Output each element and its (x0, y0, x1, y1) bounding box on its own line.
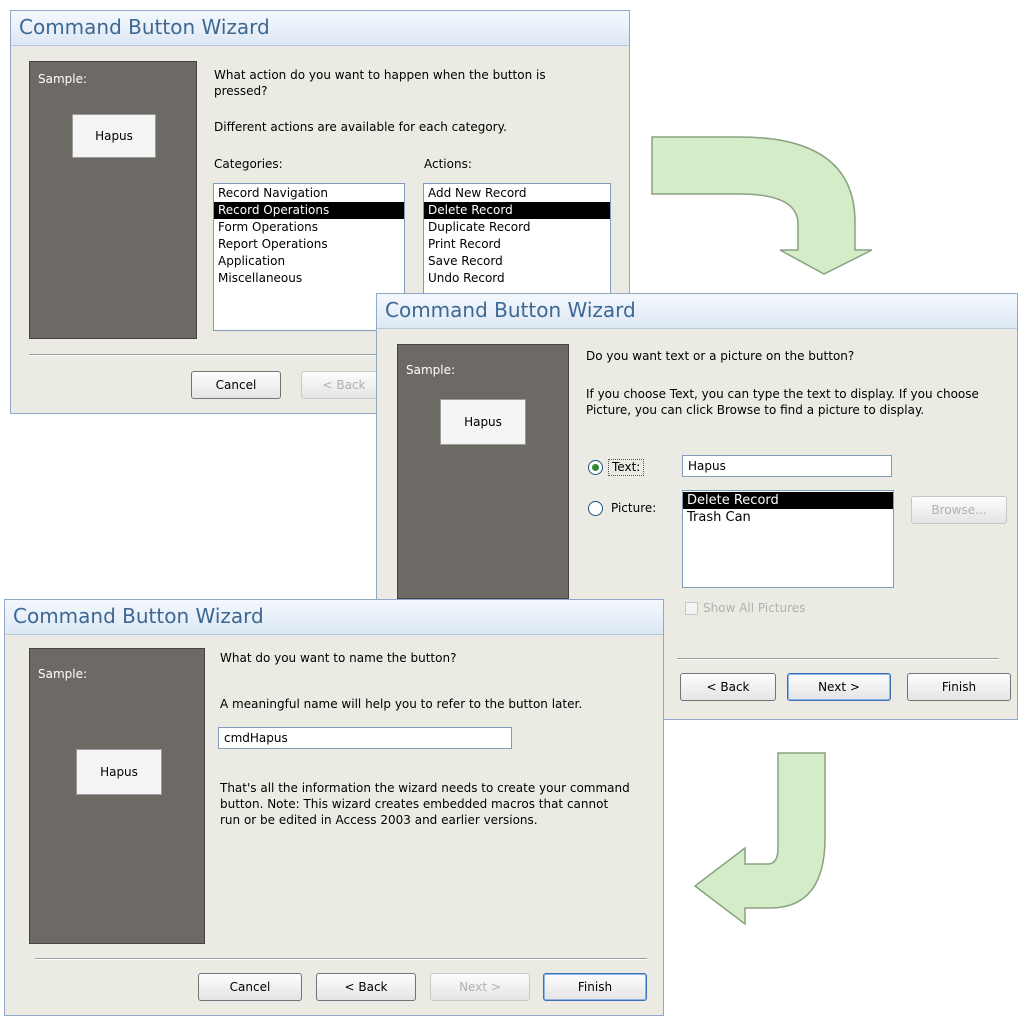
sample-label: Sample: (38, 72, 88, 86)
separator (35, 958, 647, 960)
list-item[interactable]: Add New Record (424, 185, 610, 202)
list-item[interactable]: Duplicate Record (424, 219, 610, 236)
wizard-dialog-name: Command Button Wizard Sample: Hapus What… (4, 599, 664, 1016)
dialog-title: Command Button Wizard (13, 604, 264, 628)
sample-panel: Sample: Hapus (29, 648, 205, 944)
text-radio[interactable] (588, 460, 603, 475)
dialog-title: Command Button Wizard (385, 298, 636, 322)
list-item-selected[interactable]: Delete Record (683, 492, 893, 509)
separator (677, 658, 999, 660)
title-bar: Command Button Wizard (11, 11, 629, 46)
picture-radio-label[interactable]: Picture: (611, 500, 656, 516)
info-text: That's all the information the wizard ne… (220, 781, 630, 827)
list-item[interactable]: Record Navigation (214, 185, 404, 202)
actions-label: Actions: (424, 157, 472, 171)
next-button[interactable]: Next > (787, 673, 891, 701)
finish-button[interactable]: Finish (543, 973, 647, 1001)
next-button[interactable]: Next > (430, 973, 530, 1001)
sample-button-preview: Hapus (72, 114, 156, 158)
sample-label: Sample: (406, 363, 456, 377)
finish-button[interactable]: Finish (907, 673, 1011, 701)
list-item[interactable]: Trash Can (683, 509, 893, 526)
curved-arrow-left-icon (693, 752, 826, 926)
show-all-pictures-checkbox[interactable] (685, 602, 698, 615)
cancel-button[interactable]: Cancel (198, 973, 302, 1001)
list-item[interactable]: Application (214, 253, 404, 270)
dialog-title: Command Button Wizard (19, 15, 270, 39)
sample-panel: Sample: Hapus (29, 61, 197, 339)
browse-button[interactable]: Browse... (911, 496, 1007, 524)
button-name-input[interactable]: cmdHapus (218, 727, 512, 749)
list-item[interactable]: Undo Record (424, 270, 610, 287)
list-item[interactable]: Save Record (424, 253, 610, 270)
sample-button-preview: Hapus (440, 399, 526, 445)
categories-label: Categories: (214, 157, 283, 171)
question-text: What do you want to name the button? (220, 651, 457, 665)
button-text-input[interactable]: Hapus (682, 455, 892, 477)
picture-radio[interactable] (588, 501, 603, 516)
hint-text: A meaningful name will help you to refer… (220, 697, 583, 711)
list-item-selected[interactable]: Delete Record (424, 202, 610, 219)
text-radio-label[interactable]: Text: (608, 459, 645, 476)
list-item[interactable]: Form Operations (214, 219, 404, 236)
title-bar: Command Button Wizard (377, 294, 1017, 329)
back-button[interactable]: < Back (301, 371, 387, 399)
list-item[interactable]: Report Operations (214, 236, 404, 253)
hint-text: Different actions are available for each… (214, 120, 507, 134)
cancel-button[interactable]: Cancel (191, 371, 281, 399)
pictures-listbox[interactable]: Delete Record Trash Can (682, 490, 894, 588)
hint-text: If you choose Text, you can type the tex… (586, 387, 979, 417)
curved-arrow-down-icon (651, 136, 873, 275)
sample-panel: Sample: Hapus (397, 344, 569, 599)
title-bar: Command Button Wizard (5, 600, 663, 635)
show-all-pictures-label[interactable]: Show All Pictures (703, 600, 805, 616)
sample-button-preview: Hapus (76, 749, 162, 795)
question-text: Do you want text or a picture on the but… (586, 349, 855, 363)
back-button[interactable]: < Back (680, 673, 776, 701)
list-item-selected[interactable]: Record Operations (214, 202, 404, 219)
list-item[interactable]: Print Record (424, 236, 610, 253)
sample-label: Sample: (38, 667, 88, 681)
back-button[interactable]: < Back (316, 973, 416, 1001)
question-text: What action do you want to happen when t… (214, 68, 546, 98)
list-item[interactable]: Miscellaneous (214, 270, 404, 287)
